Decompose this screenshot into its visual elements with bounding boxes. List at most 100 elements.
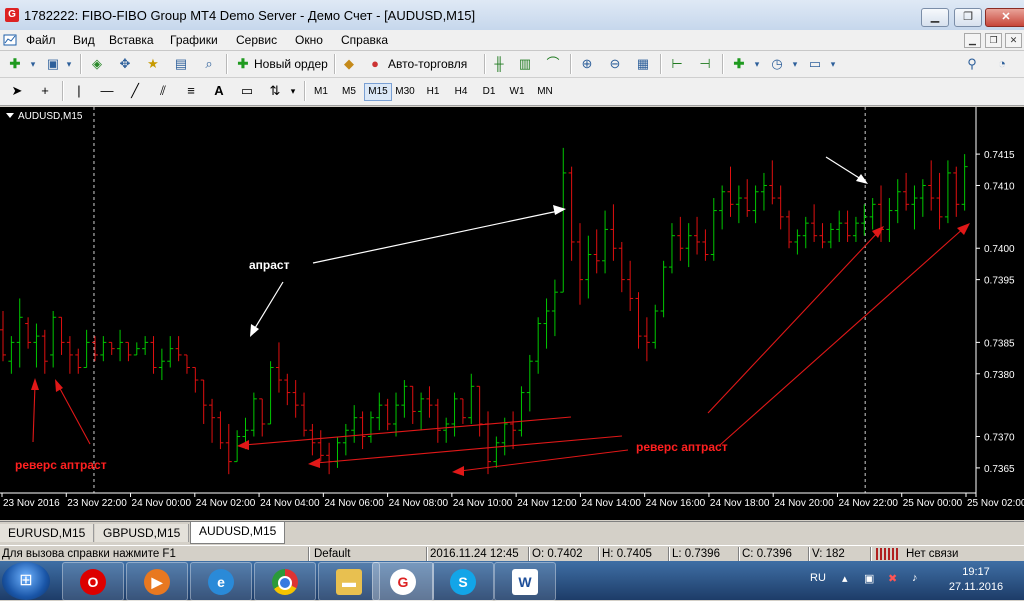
taskbar-opera[interactable]: O xyxy=(62,562,124,601)
restore-button[interactable]: ❐ xyxy=(954,8,982,27)
timeframe-m30[interactable]: M30 xyxy=(392,83,418,101)
menu-file[interactable]: Файл xyxy=(26,33,56,47)
minimize-button[interactable]: ▁ xyxy=(921,8,949,27)
menu-insert[interactable]: Вставка xyxy=(109,33,154,47)
templates-icon[interactable]: ▭ xyxy=(806,55,824,73)
chart-shift-icon[interactable]: ⊣ xyxy=(696,55,714,73)
tray-app-icon[interactable]: ▣ xyxy=(864,572,874,585)
taskbar-internet-explorer[interactable]: e xyxy=(190,562,252,601)
market-watch-icon[interactable]: ◈ xyxy=(88,55,106,73)
candlestick-icon[interactable]: ▥ xyxy=(516,55,534,73)
navigator-icon[interactable]: ★ xyxy=(144,55,162,73)
menu-tools[interactable]: Сервис xyxy=(236,33,277,47)
indicators-icon[interactable]: ✚ xyxy=(730,55,748,73)
cursor-icon[interactable]: ➤ xyxy=(8,82,26,100)
auto-trading-button[interactable]: Авто-торговля xyxy=(388,57,467,71)
timeframe-d1[interactable]: D1 xyxy=(476,83,502,101)
timeframe-h1[interactable]: H1 xyxy=(420,83,446,101)
periods-clock-icon[interactable]: ◷ xyxy=(768,55,786,73)
chevron-down-icon[interactable]: ▾ xyxy=(24,55,42,73)
chevron-down-icon[interactable]: ▾ xyxy=(60,55,78,73)
start-button[interactable]: ⊞ xyxy=(2,562,50,600)
chat-icon[interactable]: ◔ xyxy=(993,55,1011,73)
time-tick-label: 24 Nov 12:00 xyxy=(517,498,577,509)
bar-chart-icon[interactable]: ╫ xyxy=(490,55,508,73)
meta-editor-icon[interactable]: ◆ xyxy=(340,55,358,73)
taskbar-clock[interactable]: 19:17 27.11.2016 xyxy=(946,565,1006,595)
ohlc-bar xyxy=(8,336,15,374)
tile-windows-icon[interactable]: ▦ xyxy=(634,55,652,73)
menu-help[interactable]: Справка xyxy=(341,33,388,47)
taskbar-word[interactable]: W xyxy=(494,562,556,601)
text-icon[interactable]: A xyxy=(210,82,228,100)
chevron-down-icon[interactable]: ▾ xyxy=(284,82,302,100)
chart-menu-icon[interactable] xyxy=(6,113,14,118)
chevron-down-icon[interactable]: ▾ xyxy=(748,55,766,73)
tab-eurusd[interactable]: EURUSD,M15 xyxy=(0,524,95,542)
connection-bars-icon xyxy=(876,548,900,560)
ohlc-bar xyxy=(66,336,73,374)
volume-icon[interactable]: ♪ xyxy=(912,572,918,584)
timeframe-h4[interactable]: H4 xyxy=(448,83,474,101)
timeframe-m1[interactable]: M1 xyxy=(308,83,334,101)
close-button[interactable]: ✕ xyxy=(985,8,1024,27)
taskbar-fibo[interactable]: G xyxy=(372,562,434,601)
zoom-in-icon[interactable]: ⊕ xyxy=(578,55,596,73)
fibonacci-icon[interactable]: ≡ xyxy=(182,82,200,100)
menu-view[interactable]: Вид xyxy=(73,33,95,47)
taskbar-media-player[interactable]: ▶ xyxy=(126,562,188,601)
new-chart-icon[interactable]: ✚ xyxy=(6,55,24,73)
new-order-button[interactable]: Новый ордер xyxy=(254,57,328,71)
menu-charts[interactable]: Графики xyxy=(170,33,218,47)
chevron-down-icon[interactable]: ▾ xyxy=(786,55,804,73)
status-volume: V: 182 xyxy=(812,548,845,560)
autoscroll-icon[interactable]: ⊢ xyxy=(668,55,686,73)
child-restore-button[interactable]: ❐ xyxy=(985,33,1002,48)
ohlc-bar xyxy=(41,329,48,374)
menu-window[interactable]: Окно xyxy=(295,33,323,47)
annotation-reverse-right: реверс аптраст xyxy=(636,440,728,454)
timeframe-m5[interactable]: M5 xyxy=(336,83,362,101)
zoom-out-icon[interactable]: ⊖ xyxy=(606,55,624,73)
ohlc-bar xyxy=(944,160,951,224)
taskbar-explorer[interactable]: ▬ xyxy=(318,562,380,601)
ohlc-bar xyxy=(786,210,793,249)
tab-gbpusd[interactable]: GBPUSD,M15 xyxy=(95,524,190,542)
vertical-line-icon[interactable]: | xyxy=(70,82,88,100)
timeframe-mn[interactable]: MN xyxy=(532,83,558,101)
network-disconnected-icon[interactable]: ✖ xyxy=(888,572,897,585)
equidistant-channel-icon[interactable]: ⫽ xyxy=(154,82,172,100)
chart-window-icon[interactable] xyxy=(3,33,17,47)
chart-canvas[interactable]: 0.7415 0.7410 0.7400 0.7395 0.7385 0.7380 0.73… xyxy=(0,107,1024,520)
new-order-icon[interactable]: ✚ xyxy=(234,55,252,73)
crosshair-nav-icon[interactable]: ✥ xyxy=(116,55,134,73)
ohlc-bar xyxy=(359,411,366,450)
tray-expand-icon[interactable]: ▴ xyxy=(842,572,848,585)
horizontal-line-icon[interactable]: — xyxy=(98,82,116,100)
line-chart-icon[interactable]: ⌒ xyxy=(544,55,562,73)
terminal-icon[interactable]: ▤ xyxy=(172,55,190,73)
auto-trading-icon[interactable]: ● xyxy=(366,55,384,73)
ohlc-bar xyxy=(317,430,324,462)
chevron-down-icon[interactable]: ▾ xyxy=(824,55,842,73)
explorer-icon: ▬ xyxy=(336,569,362,595)
ohlc-bar xyxy=(744,179,751,217)
child-close-button[interactable]: ✕ xyxy=(1005,33,1022,48)
taskbar-chrome[interactable] xyxy=(254,562,316,601)
strategy-tester-icon[interactable]: ⌕ xyxy=(200,55,218,73)
trendline-icon[interactable]: ╱ xyxy=(126,82,144,100)
language-indicator[interactable]: RU xyxy=(810,572,826,584)
ohlc-bar xyxy=(568,166,575,261)
timeframe-m15[interactable]: M15 xyxy=(364,83,392,101)
crosshair-icon[interactable]: + xyxy=(36,82,54,100)
taskbar-skype[interactable]: S xyxy=(432,562,494,601)
child-minimize-button[interactable]: ▁ xyxy=(964,33,981,48)
ohlc-bar xyxy=(367,411,374,443)
search-icon[interactable]: ⚲ xyxy=(963,55,981,73)
arrows-icon[interactable]: ⇅ xyxy=(266,82,284,100)
price-chart[interactable]: 0.7415 0.7410 0.7400 0.7395 0.7385 0.7380 0.73… xyxy=(0,107,1024,520)
tab-audusd[interactable]: AUDUSD,M15 xyxy=(190,522,286,544)
timeframe-w1[interactable]: W1 xyxy=(504,83,530,101)
text-label-icon[interactable]: ▭ xyxy=(238,82,256,100)
ohlc-bar xyxy=(794,229,801,255)
